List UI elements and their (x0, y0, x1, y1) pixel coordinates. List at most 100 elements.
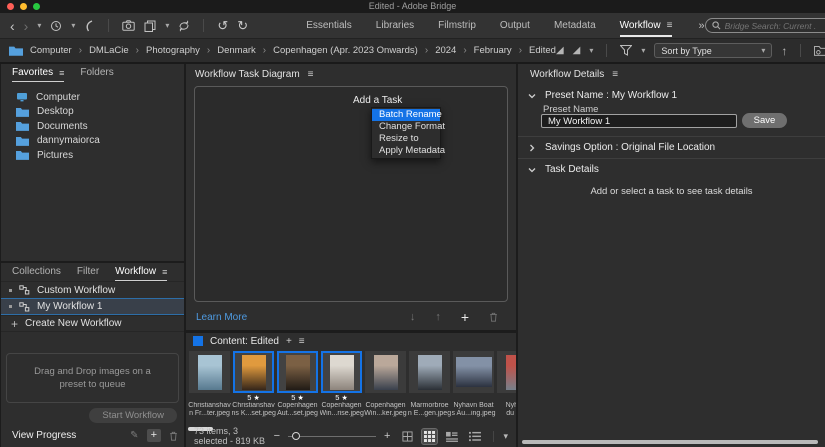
thumbnail[interactable]: ★ Marmorbroe n E...gen.jpeg (409, 351, 450, 427)
open-recent-folder-icon[interactable] (814, 45, 825, 56)
batch-copy-icon[interactable] (144, 20, 156, 32)
breadcrumb-item[interactable]: Computer (30, 45, 89, 56)
favorites-item[interactable]: Documents (1, 119, 184, 134)
workspace-tab[interactable]: Libraries ≡ (376, 15, 414, 37)
thumbnail[interactable]: ★ Nyhavn Boat s Au...ing.jpeg (453, 351, 494, 427)
panel-tab[interactable]: Workflow ≡ (115, 263, 167, 281)
thumbnail-size-slider[interactable] (288, 431, 376, 441)
move-task-up-icon[interactable]: ↑ (435, 311, 441, 323)
preset-name-section-header[interactable]: Preset Name : My Workflow 1 (518, 88, 825, 103)
details-view-icon[interactable] (444, 429, 460, 444)
edit-preset-icon[interactable]: ✎ (130, 430, 138, 441)
view-options-icon[interactable]: ▾ (493, 431, 508, 442)
workspace-tab[interactable]: Filmstrip ≡ (438, 15, 476, 37)
favorites-item[interactable]: Computer (1, 90, 184, 105)
favorites-item[interactable]: Desktop (1, 105, 184, 120)
quality-dropdown-icon[interactable]: ▾ (589, 47, 593, 55)
filter-icon[interactable] (620, 45, 632, 56)
favorites-item[interactable]: dannymaiorca (1, 134, 184, 149)
preset-name-input[interactable] (541, 114, 737, 128)
panel-menu-icon[interactable]: ≡ (162, 267, 167, 277)
panel-menu-icon[interactable]: ≡ (308, 69, 314, 80)
workflow-preset-item[interactable]: My Workflow 1 (1, 298, 184, 315)
batch-dropdown-icon[interactable]: ▾ (165, 22, 169, 30)
add-task-menu-item[interactable]: Batch Rename (372, 109, 440, 121)
workspace-tab[interactable]: Workflow ≡ (620, 15, 673, 37)
thumbnail-smaller-icon[interactable]: − (274, 430, 280, 442)
start-workflow-button[interactable]: Start Workflow (89, 408, 177, 423)
view-progress-link[interactable]: View Progress (12, 430, 76, 441)
save-button[interactable]: Save (742, 113, 787, 128)
nav-dropdown-icon[interactable]: ▾ (37, 22, 41, 30)
panel-tab[interactable]: Filter ≡ (77, 263, 99, 281)
back-icon[interactable]: ‹ (10, 19, 15, 33)
redo-icon[interactable]: ↻ (237, 19, 248, 32)
workflow-preset-item[interactable]: Custom Workflow (1, 281, 184, 298)
breadcrumb-item[interactable]: Copenhagen (Apr. 2023 Onwards) (273, 45, 435, 56)
add-task-button[interactable]: Add a Task (353, 95, 402, 106)
delete-task-icon[interactable] (489, 312, 498, 322)
breadcrumb-item[interactable]: DMLaCie (89, 45, 146, 56)
panel-menu-icon[interactable]: ≡ (59, 68, 64, 78)
sync-icon[interactable] (178, 20, 190, 32)
workspace-tab[interactable]: Metadata ≡ (554, 15, 596, 37)
sort-select[interactable]: Sort by Type ▾ (654, 43, 772, 58)
move-task-down-icon[interactable]: ↓ (410, 311, 416, 323)
delete-preset-icon[interactable] (169, 431, 178, 441)
add-preset-button[interactable]: + (147, 429, 161, 442)
learn-more-link[interactable]: Learn More (196, 312, 247, 323)
task-details-section-header[interactable]: Task Details (518, 162, 825, 177)
thumbnail[interactable]: 5★ Copenhagen Aut...set.jpeg (277, 351, 318, 427)
add-task-menu-item[interactable]: Apply Metadata (372, 145, 440, 157)
thumbnail-quality-icon[interactable]: ◢ (556, 45, 564, 56)
recent-dropdown-icon[interactable]: ▾ (71, 22, 75, 30)
panel-tab[interactable]: Collections ≡ (12, 263, 61, 281)
boomerang-icon[interactable] (84, 20, 95, 32)
breadcrumb-item[interactable]: February (474, 45, 529, 56)
breadcrumb-item[interactable]: Edited (529, 45, 556, 56)
thumbnail[interactable]: 5★ Copenhagen Win...rise.jpeg (321, 351, 362, 427)
savings-option-section-header[interactable]: Savings Option : Original File Location (518, 140, 825, 155)
slider-thumb[interactable] (292, 432, 300, 440)
details-horizontal-scrollbar[interactable] (522, 440, 818, 444)
breadcrumb-item[interactable]: 2024 (435, 45, 473, 56)
thumbnail-image-frame (409, 351, 450, 393)
recent-files-icon[interactable] (50, 20, 62, 32)
task-diagram-canvas[interactable]: Add a Task Batch Rename Change Format Re… (194, 86, 508, 302)
panel-tab[interactable]: Folders ≡ (80, 64, 113, 82)
sort-ascending-icon[interactable]: ↑ (781, 45, 787, 57)
thumbnail[interactable]: 5★ Christianshav ns K...set.jpeg (233, 351, 274, 427)
thumbnail-larger-icon[interactable]: + (384, 430, 390, 442)
add-task-menu-item[interactable]: Change Format (372, 121, 440, 133)
panel-menu-icon[interactable]: ≡ (299, 336, 305, 347)
favorites-item[interactable]: Pictures (1, 148, 184, 163)
panel-menu-icon[interactable]: ≡ (612, 69, 618, 80)
list-view-icon[interactable] (467, 429, 483, 444)
star-rating: 5★ (247, 393, 259, 402)
preview-quality-icon[interactable]: ◢ (573, 45, 581, 56)
grid-lock-view-icon[interactable] (400, 429, 415, 444)
panel-tab[interactable]: Favorites ≡ (12, 64, 64, 82)
create-new-workflow-button[interactable]: + Create New Workflow (1, 315, 184, 332)
workspace-tab[interactable]: Output ≡ (500, 15, 530, 37)
thumbnail[interactable]: ★ Nyhavn du Dau (497, 351, 516, 427)
add-task-menu-item[interactable]: Resize to (372, 133, 440, 145)
breadcrumb-item[interactable]: Denmark (217, 45, 273, 56)
thumbnail[interactable]: ★ Copenhagen Win...ker.jpeg (365, 351, 406, 427)
bridge-search[interactable] (705, 18, 825, 33)
workspace-tab[interactable]: Essentials ≡ (306, 15, 352, 37)
workspace-menu-icon[interactable]: ≡ (667, 20, 673, 31)
plus-icon: + (11, 318, 18, 330)
breadcrumb-item[interactable]: Photography (146, 45, 217, 56)
filter-dropdown-icon[interactable]: ▾ (641, 47, 645, 55)
thumbnail[interactable]: ★ Christianshav n Fr...ter.jpeg (189, 351, 230, 427)
favorites-tabs: Favorites ≡ Folders ≡ (1, 64, 184, 82)
workflow-dropzone[interactable]: Drag and Drop images on a preset to queu… (6, 353, 179, 403)
forward-icon[interactable]: › (24, 19, 29, 33)
thumbnail-view-icon[interactable] (422, 429, 437, 444)
undo-icon[interactable]: ↺ (217, 19, 228, 32)
add-task-icon[interactable]: + (461, 309, 469, 325)
search-input[interactable] (725, 21, 825, 31)
content-add-icon[interactable]: + (286, 336, 292, 347)
get-photos-camera-icon[interactable] (122, 20, 135, 31)
